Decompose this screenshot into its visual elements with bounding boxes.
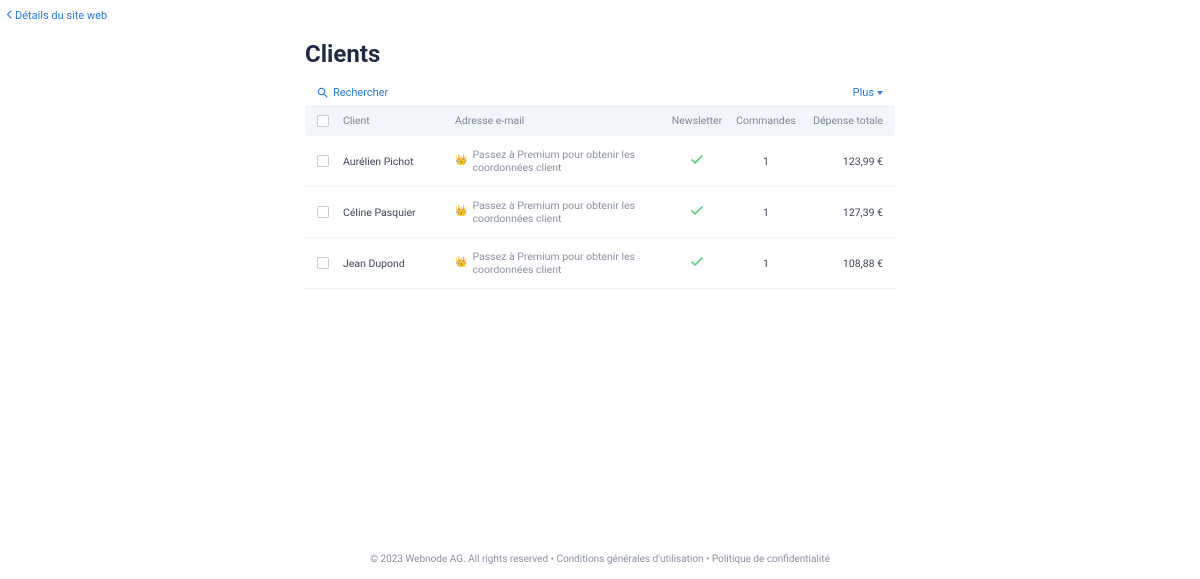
premium-notice: Passez à Premium pour obtenir les coordo… — [472, 199, 667, 225]
col-header-email: Adresse e-mail — [455, 114, 667, 127]
main-content: Clients Rechercher Plus Client Adresse e… — [305, 0, 895, 289]
back-link-label: Détails du site web — [15, 9, 107, 22]
client-email-premium[interactable]: 👑 Passez à Premium pour obtenir les coord… — [455, 199, 667, 225]
search-button[interactable]: Rechercher — [317, 86, 388, 99]
client-name[interactable]: Jean Dupond — [343, 257, 455, 270]
check-icon — [691, 205, 703, 219]
newsletter-cell — [667, 256, 727, 270]
newsletter-cell — [667, 205, 727, 219]
spent-cell: 108,88 € — [805, 257, 883, 270]
orders-cell: 1 — [727, 257, 805, 270]
client-name[interactable]: Aurélien Pichot — [343, 155, 455, 168]
orders-cell: 1 — [727, 155, 805, 168]
check-icon — [691, 256, 703, 270]
table-header: Client Adresse e-mail Newsletter Command… — [305, 105, 895, 136]
table-row[interactable]: Jean Dupond👑 Passez à Premium pour obteni… — [305, 238, 895, 289]
table-row[interactable]: Céline Pasquier👑 Passez à Premium pour ob… — [305, 187, 895, 238]
more-dropdown[interactable]: Plus — [853, 86, 883, 99]
col-header-orders: Commandes — [727, 114, 805, 127]
premium-notice: Passez à Premium pour obtenir les coordo… — [472, 250, 667, 276]
col-header-spent: Dépense totale — [805, 114, 883, 127]
crown-icon: 👑 — [455, 156, 467, 166]
page-title: Clients — [305, 40, 895, 68]
back-link[interactable]: Détails du site web — [6, 9, 107, 22]
chevron-left-icon — [6, 9, 12, 22]
toolbar: Rechercher Plus — [305, 86, 895, 99]
client-email-premium[interactable]: 👑 Passez à Premium pour obtenir les coord… — [455, 250, 667, 276]
row-checkbox[interactable] — [317, 206, 329, 218]
client-name[interactable]: Céline Pasquier — [343, 206, 455, 219]
footer-privacy-link[interactable]: Politique de confidentialité — [712, 554, 830, 565]
row-checkbox[interactable] — [317, 155, 329, 167]
search-label: Rechercher — [333, 86, 388, 99]
crown-icon: 👑 — [455, 207, 467, 217]
table-body: Aurélien Pichot👑Passez à Premium pour ob… — [305, 136, 895, 289]
more-label: Plus — [853, 86, 874, 99]
table-row[interactable]: Aurélien Pichot👑 Passez à Premium pour ob… — [305, 136, 895, 187]
spent-cell: 123,99 € — [805, 155, 883, 168]
client-email-premium[interactable]: 👑 Passez à Premium pour obtenir les coord… — [455, 148, 667, 174]
crown-icon: 👑 — [455, 258, 467, 268]
premium-notice: Passez à Premium pour obtenir les coordo… — [472, 148, 667, 174]
spent-cell: 127,39 € — [805, 206, 883, 219]
newsletter-cell — [667, 154, 727, 168]
check-icon — [691, 154, 703, 168]
search-icon — [317, 87, 328, 98]
row-checkbox[interactable] — [317, 257, 329, 269]
select-all-checkbox[interactable] — [317, 115, 329, 127]
footer: © 2023 Webnode AG. All rights reserved •… — [0, 554, 1200, 565]
orders-cell: 1 — [727, 206, 805, 219]
col-header-newsletter: Newsletter — [667, 114, 727, 127]
col-header-client: Client — [343, 114, 455, 127]
caret-down-icon — [877, 91, 883, 95]
footer-copyright: © 2023 Webnode AG. All rights reserved — [370, 554, 548, 565]
footer-terms-link[interactable]: Conditions générales d'utilisation — [556, 554, 703, 565]
